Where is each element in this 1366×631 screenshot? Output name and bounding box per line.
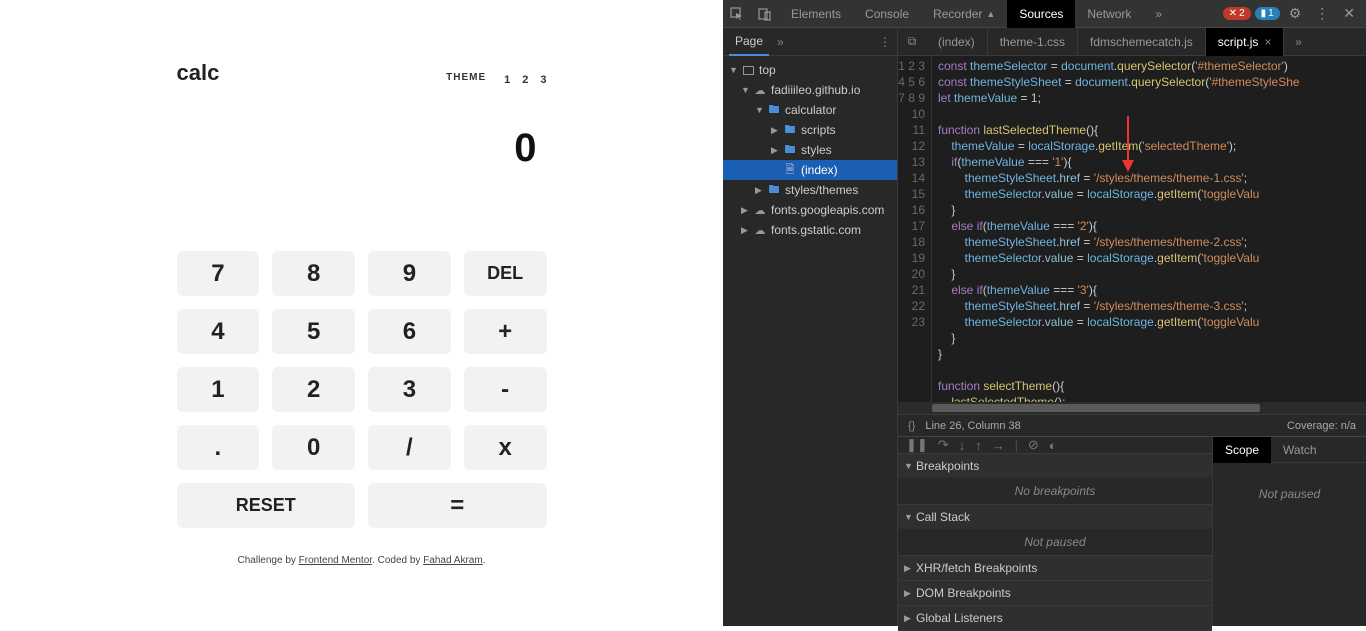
tree-top[interactable]: ▼top bbox=[723, 60, 897, 80]
theme-label: THEME bbox=[446, 72, 486, 86]
calculator-app: calc THEME 1 2 3 0 789DEL456+123-.0/xRES… bbox=[0, 0, 723, 626]
key-minus[interactable]: - bbox=[464, 367, 547, 412]
tree-folder-styles[interactable]: ▶🖿styles bbox=[723, 140, 897, 160]
tree-domain[interactable]: ▼☁fadiiileo.github.io bbox=[723, 80, 897, 100]
close-tab-icon[interactable]: × bbox=[1264, 35, 1271, 49]
file-tabs-more[interactable]: » bbox=[1284, 35, 1312, 49]
key-4[interactable]: 4 bbox=[177, 309, 260, 354]
tree-folder-styles-themes[interactable]: ▶🖿styles/themes bbox=[723, 180, 897, 200]
key-5[interactable]: 5 bbox=[272, 309, 355, 354]
key-2[interactable]: 2 bbox=[272, 367, 355, 412]
key-dot[interactable]: . bbox=[177, 425, 260, 470]
key-del[interactable]: DEL bbox=[464, 251, 547, 296]
calc-footer: Challenge by Frontend Mentor. Coded by F… bbox=[238, 555, 486, 566]
horizontal-scrollbar[interactable] bbox=[898, 402, 1366, 414]
nav-more-icon[interactable]: » bbox=[777, 35, 784, 49]
devtools-panel: Elements Console Recorder ▲ Sources Netw… bbox=[723, 0, 1366, 626]
key-1[interactable]: 1 bbox=[177, 367, 260, 412]
tab-watch[interactable]: Watch bbox=[1271, 437, 1329, 463]
theme-option-3[interactable]: 3 bbox=[540, 74, 546, 86]
key-reset[interactable]: RESET bbox=[177, 483, 356, 528]
tree-file-index[interactable]: 🗎(index) bbox=[723, 160, 897, 180]
tree-folder-calculator[interactable]: ▼🖿calculator bbox=[723, 100, 897, 120]
tab-elements[interactable]: Elements bbox=[779, 0, 853, 28]
devtools-tabs: Elements Console Recorder ▲ Sources Netw… bbox=[723, 0, 1366, 28]
key-0[interactable]: 0 bbox=[272, 425, 355, 470]
theme-option-2[interactable]: 2 bbox=[522, 74, 528, 86]
nav-back-icon[interactable]: ⧉ bbox=[898, 34, 926, 49]
calc-keypad: 789 DEL 456 +123-. 0 / x RESET = bbox=[177, 251, 547, 528]
navigator-pane: Page » ⋮ ▼top ▼☁fadiiileo.github.io ▼🖿ca… bbox=[723, 28, 898, 626]
step-into-icon[interactable]: ↓ bbox=[959, 438, 966, 453]
key-6[interactable]: 6 bbox=[368, 309, 451, 354]
pause-icon[interactable]: ❚❚ bbox=[906, 437, 928, 453]
key-9[interactable]: 9 bbox=[368, 251, 451, 296]
key-equals[interactable]: = bbox=[368, 483, 547, 528]
info-badge[interactable]: ▮ 1 bbox=[1255, 7, 1280, 20]
error-badge[interactable]: ✕ 2 bbox=[1223, 7, 1251, 20]
key-divide[interactable]: / bbox=[368, 425, 451, 470]
file-tabs: ⧉ (index) theme-1.css fdmschemecatch.js … bbox=[898, 28, 1366, 56]
link-author[interactable]: Fahad Akram bbox=[423, 555, 482, 566]
section-breakpoints: ▼Breakpoints No breakpoints bbox=[898, 454, 1212, 505]
tab-recorder[interactable]: Recorder ▲ bbox=[921, 0, 1007, 28]
calc-display: 0 bbox=[177, 126, 547, 171]
tab-scope[interactable]: Scope bbox=[1213, 437, 1271, 463]
pause-exceptions-icon[interactable]: ◐ bbox=[1049, 438, 1057, 453]
key-plus[interactable]: + bbox=[464, 309, 547, 354]
tab-sources[interactable]: Sources bbox=[1007, 0, 1075, 28]
tree-external-2[interactable]: ▶☁fonts.gstatic.com bbox=[723, 220, 897, 240]
nav-tab-page[interactable]: Page bbox=[729, 28, 769, 56]
nav-menu-icon[interactable]: ⋮ bbox=[879, 35, 891, 49]
step-out-icon[interactable]: ↑ bbox=[975, 438, 982, 453]
theme-options: 1 2 3 bbox=[504, 74, 546, 86]
section-global: ▶Global Listeners bbox=[898, 606, 1212, 631]
scope-body: Not paused bbox=[1213, 463, 1366, 626]
section-xhr: ▶XHR/fetch Breakpoints bbox=[898, 556, 1212, 581]
theme-option-1[interactable]: 1 bbox=[504, 74, 510, 86]
cursor-position: Line 26, Column 38 bbox=[925, 420, 1020, 432]
settings-icon[interactable]: ⚙ bbox=[1284, 5, 1307, 22]
calc-title: calc bbox=[177, 60, 220, 86]
step-icon[interactable]: → bbox=[992, 438, 1005, 453]
more-icon[interactable]: ⋮ bbox=[1310, 5, 1334, 22]
file-tree: ▼top ▼☁fadiiileo.github.io ▼🖿calculator … bbox=[723, 56, 897, 626]
key-7[interactable]: 7 bbox=[177, 251, 260, 296]
file-tab-script[interactable]: script.js× bbox=[1206, 28, 1285, 56]
tree-external-1[interactable]: ▶☁fonts.googleapis.com bbox=[723, 200, 897, 220]
coverage-info: Coverage: n/a bbox=[1287, 420, 1356, 432]
theme-switcher: THEME 1 2 3 bbox=[446, 72, 546, 86]
link-frontend-mentor[interactable]: Frontend Mentor bbox=[299, 555, 372, 566]
debugger-drawer: ❚❚ ↷ ↓ ↑ → | ⊘ ◐ ▼Breakpoints No breakpo… bbox=[898, 436, 1366, 626]
tab-console[interactable]: Console bbox=[853, 0, 921, 28]
device-icon[interactable] bbox=[751, 0, 779, 28]
key-8[interactable]: 8 bbox=[272, 251, 355, 296]
tabs-more[interactable]: » bbox=[1143, 0, 1174, 28]
inspect-icon[interactable] bbox=[723, 0, 751, 28]
drawer-left: ❚❚ ↷ ↓ ↑ → | ⊘ ◐ ▼Breakpoints No breakpo… bbox=[898, 437, 1213, 626]
sources-panel: Page » ⋮ ▼top ▼☁fadiiileo.github.io ▼🖿ca… bbox=[723, 28, 1366, 626]
key-3[interactable]: 3 bbox=[368, 367, 451, 412]
drawer-right: Scope Watch Not paused bbox=[1213, 437, 1366, 626]
calc-header: calc THEME 1 2 3 bbox=[177, 60, 547, 86]
section-callstack: ▼Call Stack Not paused bbox=[898, 505, 1212, 556]
editor-pane: ⧉ (index) theme-1.css fdmschemecatch.js … bbox=[898, 28, 1366, 626]
debugger-toolbar: ❚❚ ↷ ↓ ↑ → | ⊘ ◐ bbox=[898, 437, 1212, 454]
close-icon[interactable]: ✕ bbox=[1338, 5, 1360, 22]
deactivate-breakpoints-icon[interactable]: ⊘ bbox=[1028, 437, 1039, 453]
file-tab-fdm[interactable]: fdmschemecatch.js bbox=[1078, 28, 1206, 56]
tab-network[interactable]: Network bbox=[1075, 0, 1143, 28]
file-tab-theme1[interactable]: theme-1.css bbox=[988, 28, 1078, 56]
status-bar: {} Line 26, Column 38 Coverage: n/a bbox=[898, 414, 1366, 436]
key-multiply[interactable]: x bbox=[464, 425, 547, 470]
section-dom: ▶DOM Breakpoints bbox=[898, 581, 1212, 606]
file-tab-index[interactable]: (index) bbox=[926, 28, 988, 56]
step-over-icon[interactable]: ↷ bbox=[938, 437, 949, 453]
code-editor[interactable]: 1 2 3 4 5 6 7 8 9 10 11 12 13 14 15 16 1… bbox=[898, 56, 1366, 402]
tree-folder-scripts[interactable]: ▶🖿scripts bbox=[723, 120, 897, 140]
